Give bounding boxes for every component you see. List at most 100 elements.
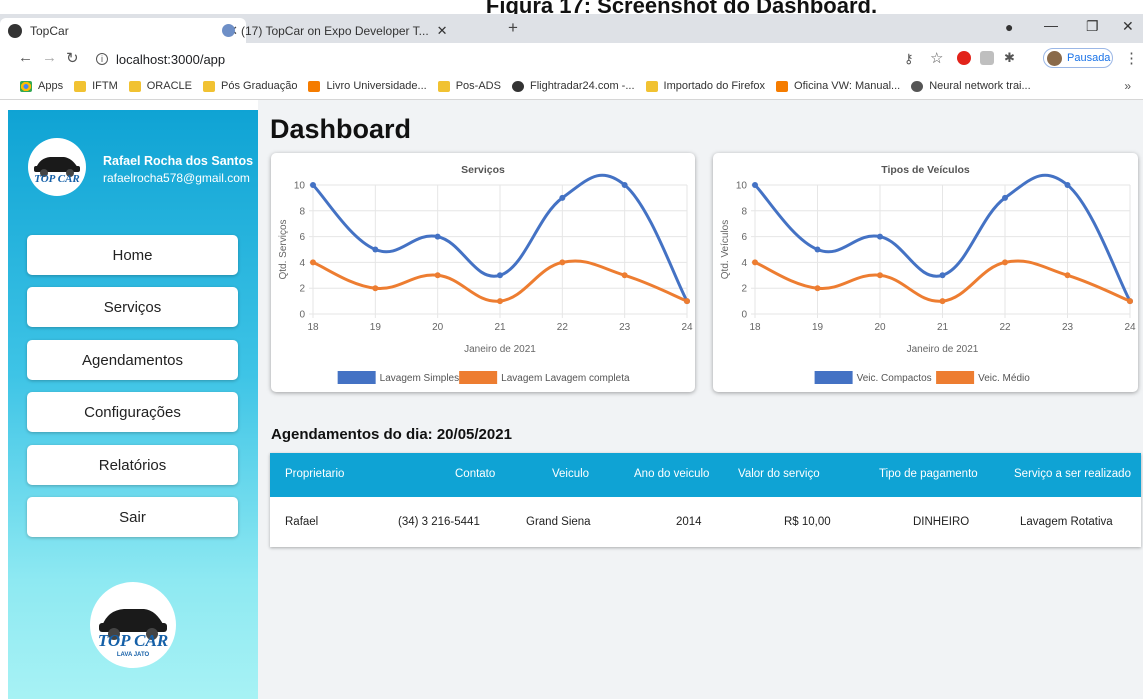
chart-servicos: Serviços024681018 19 20 21 22 23 24Janeiro de …: [278, 164, 693, 384]
bookmark-neural[interactable]: Neural network trai...: [911, 80, 1031, 92]
data-point: [877, 272, 883, 279]
x-tick-label: 21: [937, 322, 949, 333]
blogger-icon: [776, 80, 789, 92]
minimize-icon[interactable]: —: [1044, 17, 1058, 33]
schedule-title: Agendamentos do dia: 20/05/2021: [271, 426, 512, 443]
chart-card-servicos: Serviços 0 2 4 6 8 10 18 19 20 21 22 23 24 Janeiro de …: [271, 153, 695, 392]
new-tab-button[interactable]: +: [508, 18, 518, 38]
th-contato: Contato: [455, 468, 496, 480]
svg-text:TOP CAR: TOP CAR: [34, 173, 80, 185]
page-title: Dashboard: [270, 114, 412, 144]
info-icon: i: [96, 53, 108, 65]
apps-grid-icon: [20, 80, 32, 92]
figure-caption: Figura 17: Screenshot do Dashboard.: [485, 0, 878, 14]
y-axis-label: Qtd. Serviços: [278, 219, 289, 279]
data-point: [310, 259, 316, 266]
x-axis-label: Janeiro de 2021: [464, 344, 536, 355]
td-pagamento: DINHEIRO: [913, 516, 970, 528]
chart-veiculos: Tipos de Veículos024681018 19 20 21 22 23 24Ja…: [720, 164, 1136, 384]
star-icon[interactable]: ☆: [930, 49, 943, 67]
y-tick-label: 6: [299, 232, 305, 243]
extension-icon[interactable]: [980, 51, 994, 65]
nav-sair-button[interactable]: Sair: [27, 497, 238, 537]
chart-card-veiculos: Tipos de Veículos 0 2 4 6 8 10 18 19 20 21 22 23 24 Ja…: [713, 153, 1138, 392]
data-point: [1064, 272, 1071, 279]
data-point: [752, 259, 758, 266]
x-tick-label: 23: [619, 322, 631, 333]
tab-expo-title[interactable]: (17) TopCar on Expo Developer T... ✕: [222, 18, 448, 43]
data-point: [621, 272, 628, 279]
flightradar-icon: [511, 80, 524, 92]
sidebar: TOP CAR Rafael Rocha dos Santos rafaelro…: [8, 110, 258, 699]
expo-icon: [222, 24, 235, 37]
x-tick-label: 19: [370, 322, 382, 333]
data-point: [434, 272, 441, 279]
td-veiculo: Grand Siena: [526, 516, 591, 528]
legend-swatch: [337, 371, 376, 384]
bookmark-pos-ads[interactable]: Pos-ADS: [437, 80, 501, 92]
main-content: Dashboard Serviços 0 2 4 6 8 10 18 19 20 21 22 23 24 J…: [258, 100, 1143, 699]
data-point: [684, 298, 690, 305]
x-tick-label: 20: [432, 322, 444, 333]
menu-icon[interactable]: ⋮: [1124, 49, 1139, 67]
folder-icon: [645, 80, 658, 92]
data-point: [310, 182, 316, 188]
reload-icon[interactable]: ↻: [66, 49, 79, 67]
x-tick-label: 19: [812, 322, 824, 333]
user-email: rafaelrocha578@gmail.com: [103, 171, 250, 185]
address-bar: ← → ↻ i localhost:3000/app ⚷ ☆ ✱ Pausada…: [0, 43, 1143, 73]
key-icon[interactable]: ⚷: [904, 51, 914, 67]
bookmark-oficina[interactable]: Oficina VW: Manual...: [776, 80, 900, 92]
back-icon[interactable]: ←: [18, 49, 33, 66]
nav-configuracoes-button[interactable]: Configurações: [27, 392, 238, 432]
url-field[interactable]: i localhost:3000/app: [90, 48, 880, 70]
legend-swatch: [936, 371, 975, 384]
data-point: [814, 246, 821, 253]
bookmarks-bar: Apps IFTM ORACLE Pós Graduação Livro Uni…: [0, 73, 1143, 100]
topcar-logo-small: TOP CAR: [28, 138, 86, 196]
bookmark-iftm[interactable]: IFTM: [74, 80, 118, 92]
nav-relatorios-button[interactable]: Relatórios: [27, 445, 238, 485]
profile-button[interactable]: Pausada: [1043, 48, 1113, 68]
bookmark-livro[interactable]: Livro Universidade...: [308, 80, 427, 92]
folder-icon: [203, 80, 215, 92]
legend-label: Lavagem Simples: [380, 373, 459, 384]
x-tick-label: 24: [1124, 322, 1136, 333]
x-tick-label: 21: [494, 322, 506, 333]
close-window-icon[interactable]: ✕: [1122, 18, 1134, 35]
restore-icon[interactable]: ❐: [1086, 18, 1099, 35]
bookmark-flightradar[interactable]: Flightradar24.com -...: [511, 80, 635, 92]
forward-icon[interactable]: →: [42, 49, 57, 66]
bookmark-firefox[interactable]: Importado do Firefox: [645, 80, 765, 92]
nav-home-button[interactable]: Home: [27, 235, 238, 275]
y-tick-label: 4: [741, 258, 747, 269]
puzzle-icon[interactable]: ✱: [1004, 50, 1015, 66]
y-tick-label: 0: [741, 310, 747, 321]
x-tick-label: 20: [874, 322, 886, 333]
x-tick-label: 22: [999, 322, 1011, 333]
schedule-table: Proprietario Contato Veiculo Ano do veic…: [270, 453, 1141, 547]
extension-dot-icon[interactable]: ●: [1005, 19, 1013, 35]
nav-servicos-button[interactable]: Serviços: [27, 287, 238, 327]
th-servico: Serviço a ser realizado: [1014, 468, 1131, 480]
y-tick-label: 6: [741, 232, 747, 243]
bookmark-apps[interactable]: Apps: [20, 80, 63, 92]
th-pagamento: Tipo de pagamento: [879, 468, 978, 480]
data-point: [434, 233, 441, 240]
bookmarks-overflow-icon[interactable]: »: [1124, 79, 1131, 93]
tab-topcar[interactable]: TopCar ✕: [0, 18, 246, 43]
opera-icon[interactable]: [957, 51, 971, 65]
th-proprietario: Proprietario: [285, 468, 345, 480]
td-valor: R$ 10,00: [784, 516, 831, 528]
x-tick-label: 22: [557, 322, 569, 333]
bookmark-pos-graduacao[interactable]: Pós Graduação: [203, 80, 297, 92]
data-point: [559, 194, 566, 201]
y-tick-label: 0: [299, 310, 305, 321]
nav-agendamentos-button[interactable]: Agendamentos: [27, 340, 238, 380]
data-point: [559, 259, 566, 266]
bookmark-oracle[interactable]: ORACLE: [128, 80, 192, 92]
x-tick-label: 18: [749, 322, 761, 333]
close-icon[interactable]: ✕: [437, 23, 448, 39]
svg-text:TOP CAR: TOP CAR: [98, 631, 168, 650]
th-veiculo: Veiculo: [552, 468, 590, 480]
